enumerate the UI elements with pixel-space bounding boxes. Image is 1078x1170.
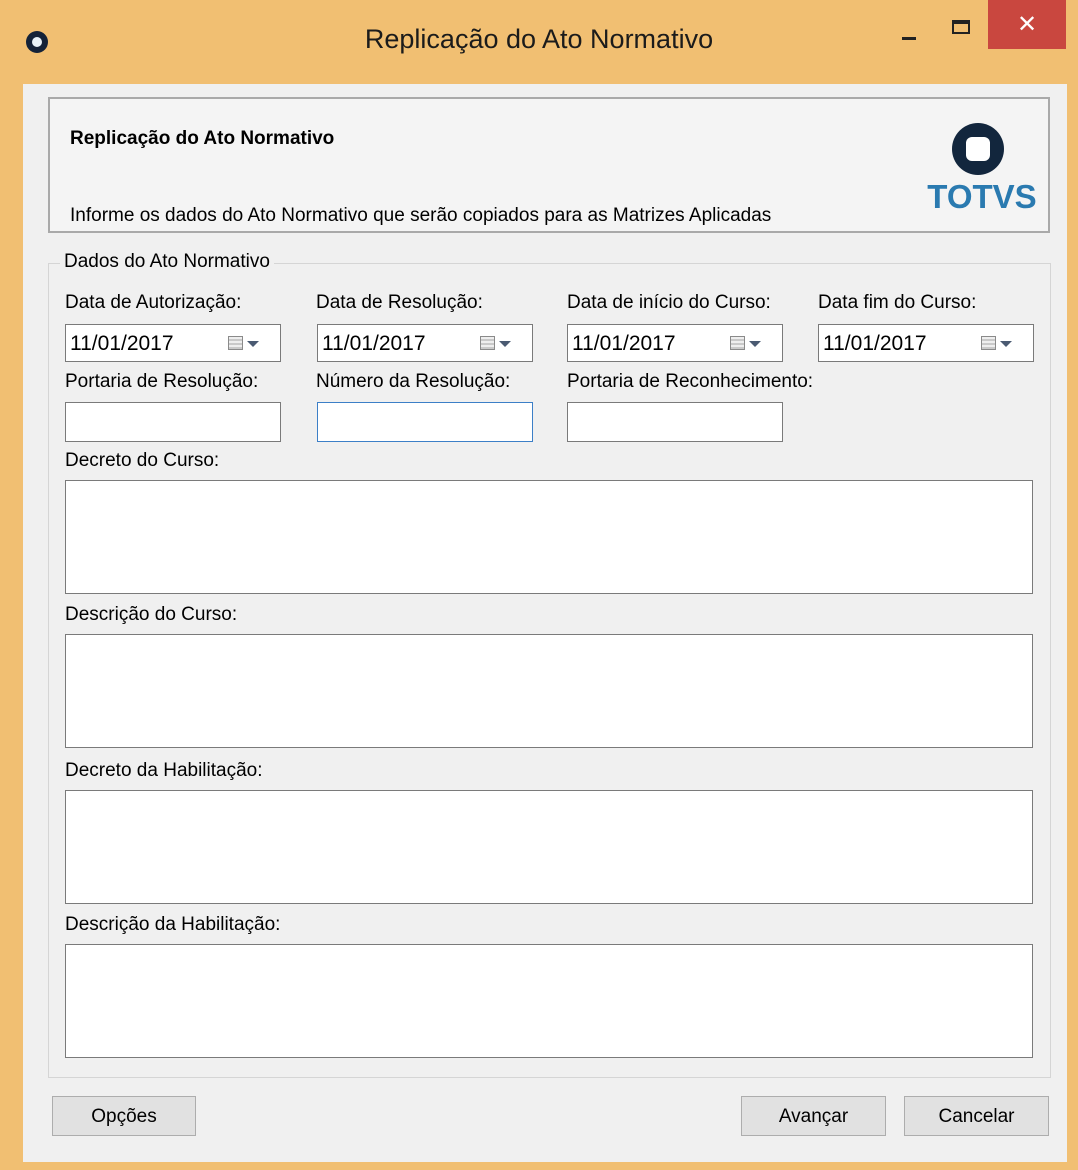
options-button[interactable]: Opções [52,1096,196,1136]
date-fim-curso-value: 11/01/2017 [823,332,927,355]
header-description: Informe os dados do Ato Normativo que se… [70,205,772,226]
dialog-window: Replicação do Ato Normativo ✕ Replicação… [0,0,1078,1170]
calendar-icon[interactable] [981,336,996,350]
date-resolucao-picker[interactable]: 11/01/2017 [317,324,533,362]
minimize-icon [902,37,916,40]
chevron-down-icon[interactable] [749,341,761,347]
header-panel: Replicação do Ato Normativo Informe os d… [48,97,1050,233]
date-fim-curso-label: Data fim do Curso: [818,292,977,313]
descricao-habilitacao-textarea[interactable] [65,944,1033,1058]
descricao-curso-label: Descrição do Curso: [65,604,238,625]
calendar-icon[interactable] [228,336,243,350]
next-button[interactable]: Avançar [741,1096,886,1136]
cancel-button[interactable]: Cancelar [904,1096,1049,1136]
date-resolucao-label: Data de Resolução: [316,292,483,313]
decreto-curso-textarea[interactable] [65,480,1033,594]
portaria-reconhecimento-label: Portaria de Reconhecimento: [567,371,814,392]
portaria-reconhecimento-input[interactable] [567,402,783,442]
date-resolucao-value: 11/01/2017 [322,332,426,355]
maximize-icon [952,20,970,34]
maximize-button[interactable] [940,0,984,50]
calendar-icon[interactable] [730,336,745,350]
decreto-habilitacao-textarea[interactable] [65,790,1033,904]
totvs-logo-text: TOTVS [927,178,1037,215]
dialog-client-area: Replicação do Ato Normativo Informe os d… [23,84,1067,1162]
totvs-logo: TOTVS [923,123,1041,219]
numero-resolucao-label: Número da Resolução: [316,371,511,392]
minimize-button[interactable] [888,0,932,50]
close-button[interactable]: ✕ [988,0,1066,49]
portaria-resolucao-input[interactable] [65,402,281,442]
totvs-logo-icon [952,123,1004,175]
header-title: Replicação do Ato Normativo [70,128,335,149]
chevron-down-icon[interactable] [1000,341,1012,347]
title-bar[interactable]: Replicação do Ato Normativo ✕ [0,0,1078,84]
portaria-resolucao-label: Portaria de Resolução: [65,371,259,392]
date-inicio-curso-label: Data de início do Curso: [567,292,771,313]
date-fim-curso-picker[interactable]: 11/01/2017 [818,324,1034,362]
date-autorizacao-label: Data de Autorização: [65,292,242,313]
ato-normativo-group: Dados do Ato Normativo Data de Autorizaç… [48,251,1051,1078]
group-legend: Dados do Ato Normativo [60,251,274,273]
decreto-curso-label: Decreto do Curso: [65,450,220,471]
date-inicio-curso-value: 11/01/2017 [572,332,676,355]
decreto-habilitacao-label: Decreto da Habilitação: [65,760,263,781]
chevron-down-icon[interactable] [247,341,259,347]
numero-resolucao-input[interactable] [317,402,533,442]
date-autorizacao-picker[interactable]: 11/01/2017 [65,324,281,362]
date-autorizacao-value: 11/01/2017 [70,332,174,355]
date-inicio-curso-picker[interactable]: 11/01/2017 [567,324,783,362]
close-icon: ✕ [1016,10,1038,38]
calendar-icon[interactable] [480,336,495,350]
chevron-down-icon[interactable] [499,341,511,347]
descricao-habilitacao-label: Descrição da Habilitação: [65,914,281,935]
descricao-curso-textarea[interactable] [65,634,1033,748]
